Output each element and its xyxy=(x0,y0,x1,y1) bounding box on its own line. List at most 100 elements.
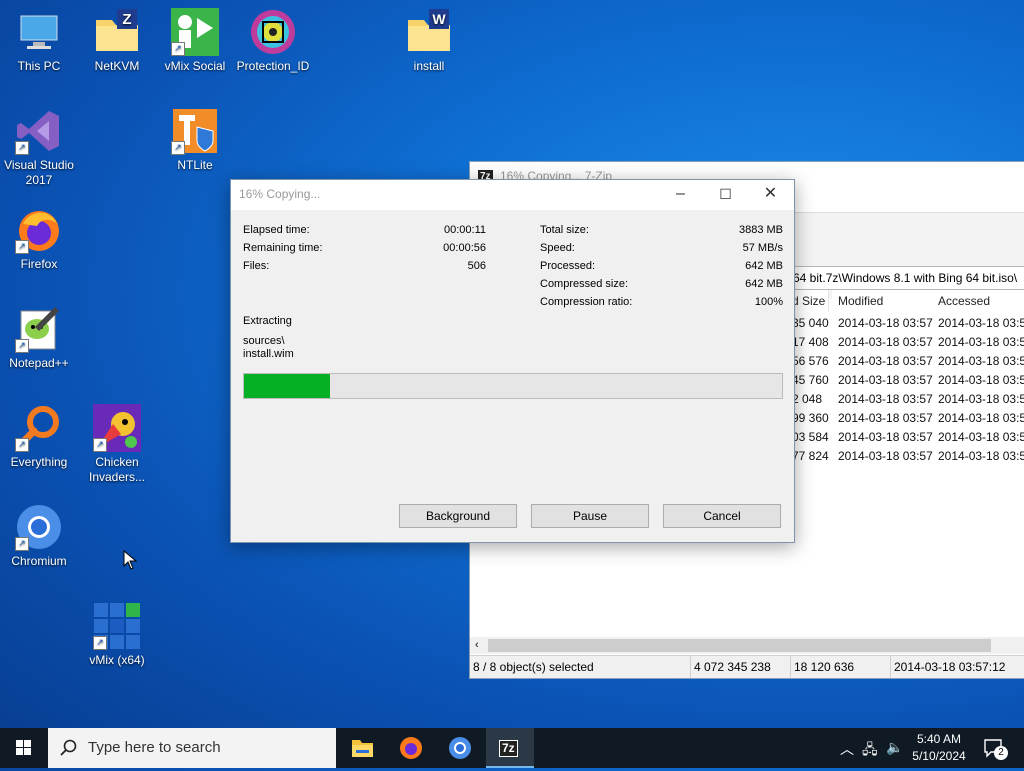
windows-logo-icon xyxy=(16,740,31,755)
cell-size: 35 040 xyxy=(792,316,829,330)
desktop-icon-label: NTLite xyxy=(177,158,213,172)
notepad-plus-plus-icon: ↗ xyxy=(15,305,63,353)
address-path: 64 bit.7z\Windows 8.1 with Bing 64 bit.i… xyxy=(793,271,1018,285)
vmix-social-icon: ↗ xyxy=(171,8,219,56)
desktop-icon-netkvm[interactable]: Z NetKVM xyxy=(78,8,156,74)
desktop-icon-label: vMix Social xyxy=(164,59,226,73)
shortcut-arrow-icon: ↗ xyxy=(15,339,29,353)
minimize-button[interactable]: – xyxy=(658,180,703,210)
column-header-label: d Size xyxy=(792,294,826,308)
taskbar-firefox[interactable] xyxy=(387,728,435,768)
show-hidden-icons-chevron-icon[interactable]: ︿ xyxy=(840,739,854,759)
desktop-icon-label: Chicken Invaders... xyxy=(88,455,146,484)
desktop-icon-label: vMix (x64) xyxy=(89,653,145,667)
cell-modified: 2014-03-18 03:57 xyxy=(838,316,933,330)
cell-accessed: 2014-03-18 03:57 xyxy=(938,354,1024,368)
svg-text:W: W xyxy=(432,11,446,27)
firefox-icon xyxy=(400,737,422,759)
desktop-icon-label: Firefox xyxy=(20,257,58,271)
status-selected: 8 / 8 object(s) selected xyxy=(473,660,594,674)
desktop-icon-notepad-plus-plus[interactable]: ↗ Notepad++ xyxy=(0,305,78,371)
cell-accessed: 2014-03-18 03:57 xyxy=(938,449,1024,463)
desktop-icon-this-pc[interactable]: This PC xyxy=(0,8,78,74)
background-button[interactable]: Background xyxy=(399,504,517,528)
processed-value: 642 MB xyxy=(745,260,783,272)
desktop-icon-vmix[interactable]: ↗ vMix (x64) xyxy=(78,602,156,668)
cancel-button[interactable]: Cancel xyxy=(663,504,781,528)
scrollbar-thumb[interactable] xyxy=(488,639,991,652)
pause-button[interactable]: Pause xyxy=(531,504,649,528)
cell-size: 56 576 xyxy=(792,354,829,368)
cell-modified: 2014-03-18 03:57 xyxy=(838,411,933,425)
horizontal-scrollbar[interactable]: ‹ xyxy=(470,637,1024,654)
shortcut-arrow-icon: ↗ xyxy=(93,438,107,452)
cell-accessed: 2014-03-18 03:57 xyxy=(938,430,1024,444)
column-header-size[interactable]: d Size xyxy=(792,290,829,312)
cell-size: 2 048 xyxy=(792,392,823,406)
desktop-icon-ntlite[interactable]: ↗ NTLite xyxy=(156,107,234,173)
scroll-left-icon[interactable]: ‹ xyxy=(475,637,479,654)
mouse-cursor-icon xyxy=(123,550,137,570)
cell-modified: 2014-03-18 03:57 xyxy=(838,373,933,387)
action-center-button[interactable]: 2 xyxy=(982,736,1008,760)
taskbar-chromium[interactable] xyxy=(436,728,484,768)
close-button[interactable]: ✕ xyxy=(748,180,793,210)
column-header-accessed[interactable]: Accessed xyxy=(932,290,1024,312)
vmix-icon: ↗ xyxy=(93,602,141,650)
desktop-icon-install[interactable]: W install xyxy=(390,8,468,74)
chromium-icon xyxy=(449,737,471,759)
desktop-icon-protection-id[interactable]: Protection_ID xyxy=(234,8,312,74)
dialog-title: 16% Copying... xyxy=(239,187,321,201)
svg-text:Z: Z xyxy=(122,11,131,28)
desktop-icon-label: install xyxy=(413,59,445,73)
network-icon[interactable]: 🖧 xyxy=(862,739,878,763)
chromium-icon: ↗ xyxy=(15,503,63,551)
desktop-icon-firefox[interactable]: ↗ Firefox xyxy=(0,206,78,272)
desktop-icon-chromium[interactable]: ↗ Chromium xyxy=(0,503,78,569)
cell-modified: 2014-03-18 03:57 xyxy=(838,430,933,444)
compressed-size-label: Compressed size: xyxy=(540,278,629,290)
volume-icon[interactable]: 🔈 xyxy=(886,739,903,756)
taskbar-search-box[interactable]: Type here to search xyxy=(48,728,336,768)
speed-label: Speed: xyxy=(540,242,575,254)
desktop-icon-label: Chromium xyxy=(11,554,67,568)
shortcut-arrow-icon: ↗ xyxy=(15,537,29,551)
extract-progress-dialog[interactable]: 16% Copying... – ☐ ✕ Elapsed time: 00:00… xyxy=(230,179,795,543)
desktop-icon-visual-studio[interactable]: ↗ Visual Studio 2017 xyxy=(0,107,78,188)
status-size: 4 072 345 238 xyxy=(690,656,790,678)
cell-accessed: 2014-03-18 03:57 xyxy=(938,335,1024,349)
computer-icon xyxy=(15,8,63,56)
taskbar-clock[interactable]: 5:40 AM 5/10/2024 xyxy=(906,731,972,765)
processed-label: Processed: xyxy=(540,260,596,272)
taskbar-7zip[interactable]: 7z xyxy=(486,728,534,768)
compression-ratio-value: 100% xyxy=(754,296,783,308)
taskbar-file-explorer[interactable] xyxy=(338,728,386,768)
current-file: install.wim xyxy=(243,348,294,360)
progress-bar-fill xyxy=(244,374,331,398)
action-label: Extracting xyxy=(243,315,292,327)
status-bar: 8 / 8 object(s) selected 4 072 345 238 1… xyxy=(470,655,1024,678)
compression-ratio-label: Compression ratio: xyxy=(540,296,633,308)
shortcut-arrow-icon: ↗ xyxy=(15,240,29,254)
firefox-icon: ↗ xyxy=(15,206,63,254)
cell-modified: 2014-03-18 03:57 xyxy=(838,449,933,463)
desktop-icon-label: Visual Studio 2017 xyxy=(4,158,74,187)
remaining-value: 00:00:56 xyxy=(443,242,486,254)
7zip-icon: 7z xyxy=(499,740,518,757)
desktop-icon-everything[interactable]: ↗ Everything xyxy=(0,404,78,470)
maximize-button[interactable]: ☐ xyxy=(703,180,748,210)
progress-bar xyxy=(243,373,783,399)
button-label: Background xyxy=(425,509,491,523)
desktop-icon-label: Protection_ID xyxy=(236,59,310,73)
clock-time: 5:40 AM xyxy=(916,732,962,746)
dialog-titlebar[interactable]: 16% Copying... – ☐ ✕ xyxy=(231,180,794,210)
clock-date: 5/10/2024 xyxy=(912,749,966,763)
desktop-icon-vmix-social[interactable]: ↗ vMix Social xyxy=(156,8,234,74)
elapsed-label: Elapsed time: xyxy=(243,224,310,236)
disc-icon xyxy=(249,8,297,56)
desktop-icon-chicken-invaders[interactable]: ↗ Chicken Invaders... xyxy=(78,404,156,485)
folder-icon: Z xyxy=(93,8,141,56)
start-button[interactable] xyxy=(0,728,48,768)
cell-size: 99 360 xyxy=(792,411,829,425)
column-header-modified[interactable]: Modified xyxy=(832,290,935,312)
